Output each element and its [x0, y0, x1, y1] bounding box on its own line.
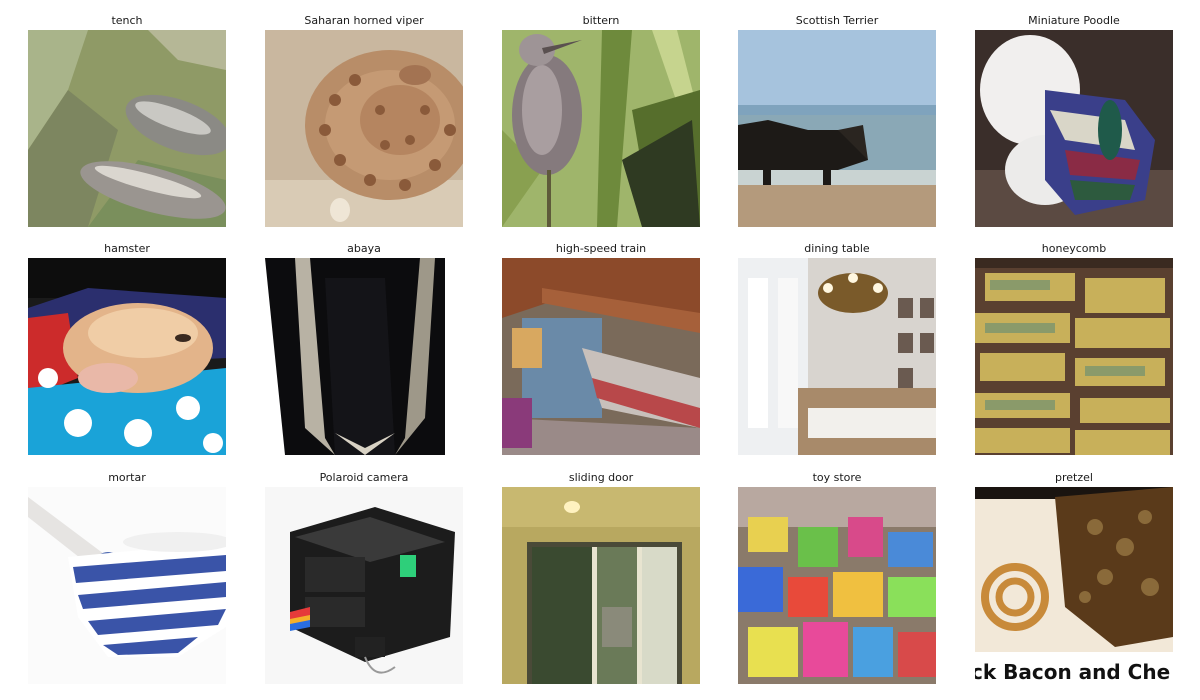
panel-title: Miniature Poodle	[1028, 14, 1120, 27]
panel-image-abaya	[265, 258, 463, 455]
panel-title: pretzel	[1055, 471, 1093, 484]
pretzel-caption: ck Bacon and Che	[975, 660, 1170, 684]
panel-image-sliding-door	[502, 487, 700, 684]
panel-title: abaya	[347, 242, 381, 255]
panel-image-bittern	[502, 30, 700, 227]
panel-image-terrier	[738, 30, 936, 227]
panel-image-mortar	[28, 487, 226, 684]
panel-image-honeycomb	[975, 258, 1173, 455]
panel-image-hamster	[28, 258, 226, 455]
panel-image-polaroid	[265, 487, 463, 684]
panel-title: hamster	[104, 242, 150, 255]
panel-image-dining-table	[738, 258, 936, 455]
panel-title: Saharan horned viper	[304, 14, 424, 27]
panel-image-train	[502, 258, 700, 455]
panel-image-pretzel: ck Bacon and Che	[975, 487, 1173, 684]
image-grid: tench Saharan horned viper bittern Scott…	[0, 0, 1200, 700]
panel-title: high-speed train	[555, 242, 647, 255]
panel-title: Scottish Terrier	[795, 14, 879, 27]
panel-title: toy store	[812, 471, 862, 484]
panel-title: tench	[111, 14, 143, 27]
panel-title: sliding door	[568, 471, 634, 484]
panel-title: honeycomb	[1041, 242, 1107, 255]
panel-title: dining table	[804, 242, 870, 255]
panel-title: Polaroid camera	[319, 471, 409, 484]
panel-image-poodle	[975, 30, 1173, 227]
panel-image-tench	[28, 30, 226, 227]
panel-title: bittern	[582, 14, 620, 27]
panel-image-viper	[265, 30, 463, 227]
panel-title: mortar	[108, 471, 146, 484]
panel-image-toy-store	[738, 487, 936, 684]
